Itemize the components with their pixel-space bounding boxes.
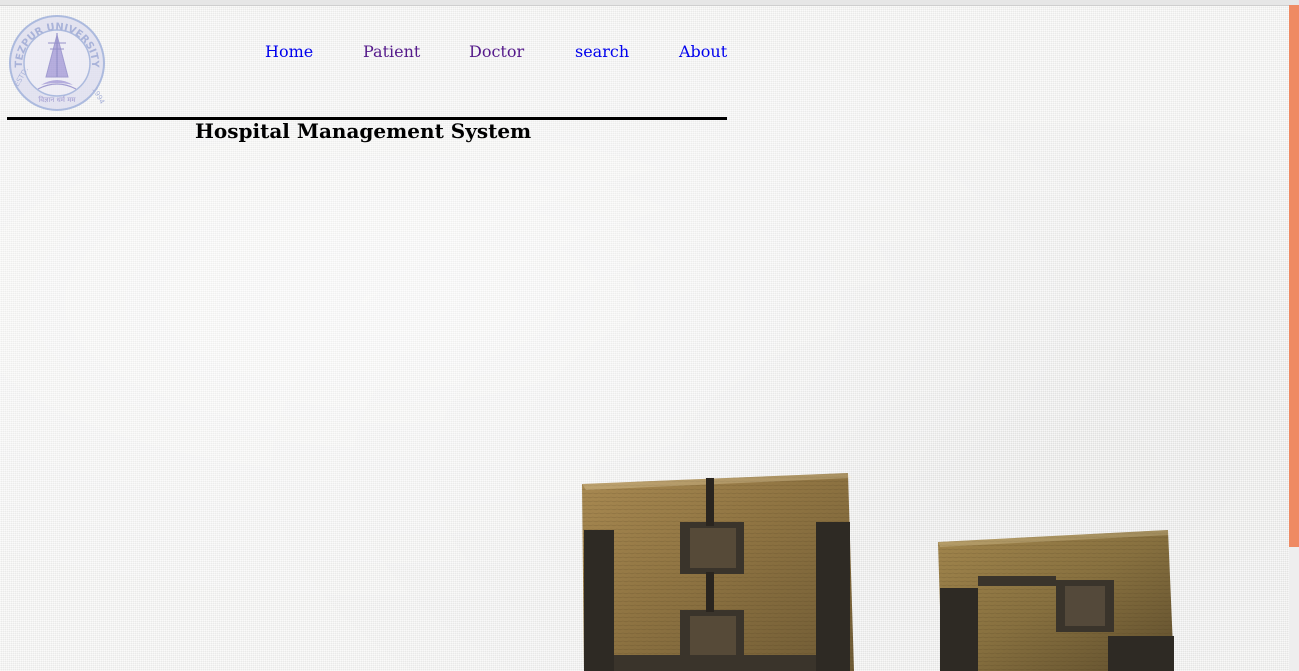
seal-year-text: 1994	[90, 86, 106, 106]
wooden-letterpress-blocks-icon	[560, 460, 1200, 671]
vertical-scrollbar[interactable]	[1289, 5, 1299, 671]
nav-link-patient[interactable]: Patient	[363, 42, 420, 61]
window-top-edge	[0, 0, 1299, 6]
nav-link-about[interactable]: About	[679, 42, 727, 61]
nav-link-doctor[interactable]: Doctor	[469, 42, 524, 61]
nav-link-home[interactable]: Home	[265, 42, 313, 61]
nav-link-search[interactable]: search	[575, 42, 629, 61]
university-seal-icon[interactable]: • TEZPUR UNIVERSITY • ESTD. 1994 विज्ञान…	[5, 5, 106, 113]
seal-motto-text: विज्ञान धर्म मम	[38, 95, 76, 104]
scrollbar-thumb[interactable]	[1289, 5, 1299, 547]
page-title: Hospital Management System	[195, 119, 532, 143]
